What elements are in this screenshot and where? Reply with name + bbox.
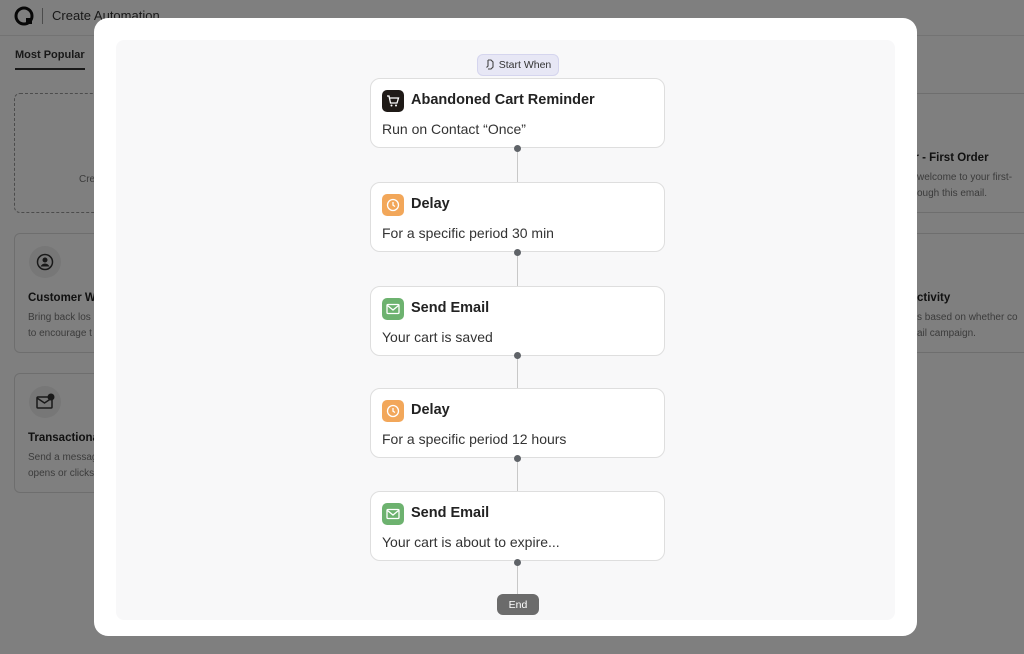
step-subtitle: Your cart is about to expire... bbox=[382, 534, 560, 550]
end-label: End bbox=[508, 598, 528, 611]
connector-line bbox=[517, 148, 518, 183]
start-when-pill: Start When bbox=[477, 54, 559, 76]
connector-line bbox=[517, 356, 518, 389]
step-title: Delay bbox=[411, 402, 450, 418]
end-pill: End bbox=[497, 594, 539, 615]
connector-dot bbox=[514, 455, 521, 462]
connector-dot bbox=[514, 559, 521, 566]
step-title: Send Email bbox=[411, 300, 490, 316]
flow-step-trigger[interactable]: Abandoned Cart Reminder Run on Contact “… bbox=[370, 78, 665, 148]
connector-dot bbox=[514, 249, 521, 256]
flow-step-delay[interactable]: Delay For a specific period 30 min bbox=[370, 182, 665, 252]
cart-icon bbox=[382, 90, 404, 112]
connector-line bbox=[517, 458, 518, 492]
connector-dot bbox=[514, 352, 521, 359]
step-subtitle: Your cart is saved bbox=[382, 329, 493, 345]
connector-line bbox=[517, 562, 518, 594]
connector-line bbox=[517, 252, 518, 287]
step-subtitle: For a specific period 12 hours bbox=[382, 431, 567, 447]
flow-step-send-email[interactable]: Send Email Your cart is saved bbox=[370, 286, 665, 356]
step-title: Delay bbox=[411, 196, 450, 212]
flow-step-delay[interactable]: Delay For a specific period 12 hours bbox=[370, 388, 665, 458]
clock-icon bbox=[382, 194, 404, 216]
connector-dot bbox=[514, 145, 521, 152]
step-title: Send Email bbox=[411, 505, 490, 521]
flow-step-send-email[interactable]: Send Email Your cart is about to expire.… bbox=[370, 491, 665, 561]
start-label: Start When bbox=[498, 59, 552, 71]
step-subtitle: For a specific period 30 min bbox=[382, 225, 554, 241]
mail-icon bbox=[382, 503, 404, 525]
mail-icon bbox=[382, 298, 404, 320]
step-subtitle: Run on Contact “Once” bbox=[382, 121, 526, 137]
step-title: Abandoned Cart Reminder bbox=[411, 92, 595, 108]
trigger-icon bbox=[485, 59, 494, 70]
clock-icon bbox=[382, 400, 404, 422]
